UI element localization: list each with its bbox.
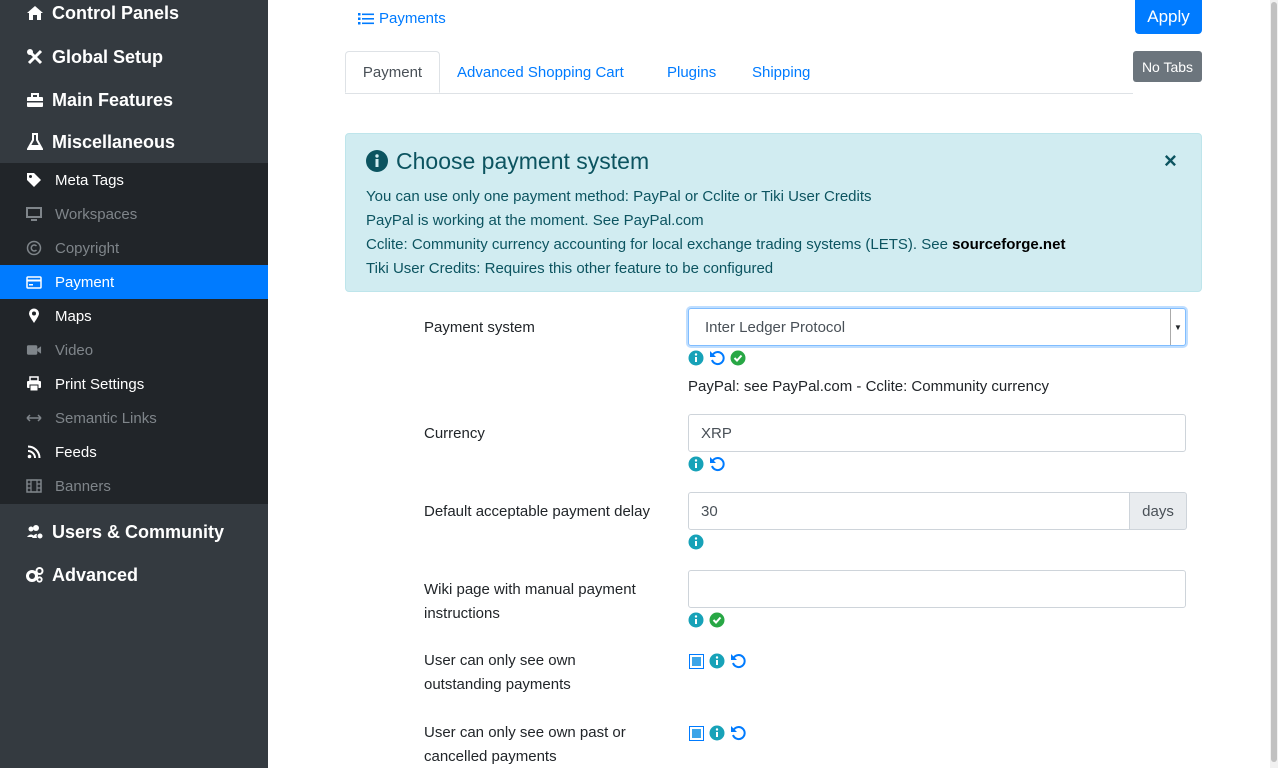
sidebar-item-workspaces[interactable]: Workspaces bbox=[0, 197, 268, 231]
check-circle-icon bbox=[730, 350, 746, 366]
info-icon[interactable] bbox=[688, 350, 704, 366]
tag-icon bbox=[26, 172, 42, 188]
wiki-page-actions bbox=[688, 612, 725, 628]
flask-icon bbox=[26, 133, 44, 151]
own-outstanding-controls bbox=[689, 653, 746, 669]
own-past-label: User can only see own past or cancelled … bbox=[424, 724, 626, 765]
info-circle-icon bbox=[366, 150, 388, 172]
desktop-icon bbox=[26, 206, 42, 222]
sidebar-item-feeds[interactable]: Feeds bbox=[0, 435, 268, 469]
sidebar-item-maps[interactable]: Maps bbox=[0, 299, 268, 333]
sidebar-item-banners[interactable]: Banners bbox=[0, 469, 268, 503]
home-icon bbox=[26, 4, 44, 22]
sidebar-item-global-setup[interactable]: Global Setup bbox=[0, 37, 268, 77]
cogs-icon bbox=[26, 566, 44, 584]
alert-title: Choose payment system bbox=[396, 148, 650, 174]
own-past-controls bbox=[689, 725, 746, 741]
reset-icon[interactable] bbox=[730, 653, 746, 669]
video-icon bbox=[26, 342, 42, 358]
payment-system-select[interactable]: Inter Ledger Protocol ▼ bbox=[688, 308, 1186, 346]
own-past-checkbox[interactable] bbox=[689, 725, 704, 741]
alert-line-3: Cclite: Community currency accounting fo… bbox=[366, 236, 1066, 253]
wiki-page-label: Wiki page with manual payment instructio… bbox=[424, 581, 636, 622]
info-icon[interactable] bbox=[709, 725, 725, 741]
own-outstanding-label: User can only see own outstanding paymen… bbox=[424, 652, 576, 693]
info-alert: Choose payment system × You can use only… bbox=[345, 133, 1202, 292]
payment-system-hint: PayPal: see PayPal.com - Cclite: Communi… bbox=[688, 378, 1049, 395]
payment-system-actions bbox=[688, 350, 746, 366]
payment-delay-input[interactable] bbox=[688, 492, 1130, 530]
users-cog-icon bbox=[26, 523, 44, 541]
sidebar-item-control-panels[interactable]: Control Panels bbox=[0, 0, 268, 33]
sidebar: Control Panels Global Setup Main Feature… bbox=[0, 0, 268, 768]
alert-line-1: You can use only one payment method: Pay… bbox=[366, 188, 872, 205]
close-icon[interactable]: × bbox=[1164, 150, 1177, 172]
days-addon: days bbox=[1129, 492, 1187, 530]
reset-icon[interactable] bbox=[709, 350, 725, 366]
own-outstanding-checkbox[interactable] bbox=[689, 653, 704, 669]
tab-advanced-shopping-cart[interactable]: Advanced Shopping Cart bbox=[457, 51, 624, 93]
currency-label: Currency bbox=[424, 425, 485, 442]
tab-plugins[interactable]: Plugins bbox=[667, 51, 716, 93]
info-icon[interactable] bbox=[709, 653, 725, 669]
tab-payment[interactable]: Payment bbox=[345, 51, 440, 93]
map-marker-icon bbox=[26, 308, 42, 324]
copyright-icon bbox=[26, 240, 42, 256]
sidebar-item-advanced[interactable]: Advanced bbox=[0, 555, 268, 595]
alert-line-4: Tiki User Credits: Requires this other f… bbox=[366, 260, 774, 277]
currency-input[interactable] bbox=[688, 414, 1186, 452]
print-icon bbox=[26, 376, 42, 392]
sidebar-item-video[interactable]: Video bbox=[0, 333, 268, 367]
credit-card-icon bbox=[26, 274, 42, 290]
tools-icon bbox=[26, 48, 44, 66]
reset-icon[interactable] bbox=[709, 456, 725, 472]
sidebar-item-payment[interactable]: Payment bbox=[0, 265, 268, 299]
tab-shipping[interactable]: Shipping bbox=[752, 51, 810, 93]
sidebar-item-print-settings[interactable]: Print Settings bbox=[0, 367, 268, 401]
apply-button[interactable]: Apply bbox=[1135, 0, 1202, 34]
vertical-scrollbar[interactable] bbox=[1270, 0, 1278, 768]
info-icon[interactable] bbox=[688, 456, 704, 472]
alert-line-2: PayPal is working at the moment. See Pay… bbox=[366, 212, 704, 229]
sidebar-item-users-community[interactable]: Users & Community bbox=[0, 512, 268, 552]
sidebar-item-semantic-links[interactable]: Semantic Links bbox=[0, 401, 268, 435]
payment-delay-actions bbox=[688, 534, 704, 550]
info-icon[interactable] bbox=[688, 534, 704, 550]
sourceforge-link[interactable]: sourceforge.net bbox=[952, 236, 1065, 253]
check-circle-icon bbox=[709, 612, 725, 628]
rss-icon bbox=[26, 444, 42, 460]
no-tabs-button[interactable]: No Tabs bbox=[1133, 51, 1202, 82]
tab-bar: Payment Advanced Shopping Cart Plugins S… bbox=[345, 51, 1133, 94]
sidebar-item-main-features[interactable]: Main Features bbox=[0, 80, 268, 120]
list-icon bbox=[358, 12, 379, 25]
scrollbar-thumb[interactable] bbox=[1271, 2, 1277, 762]
info-icon[interactable] bbox=[688, 612, 704, 628]
sidebar-item-meta-tags[interactable]: Meta Tags bbox=[0, 163, 268, 197]
caret-down-icon: ▼ bbox=[1170, 309, 1185, 345]
briefcase-icon bbox=[26, 91, 44, 109]
payments-link[interactable]: Payments bbox=[358, 8, 446, 28]
sidebar-item-miscellaneous[interactable]: Miscellaneous bbox=[0, 122, 268, 162]
arrows-h-icon bbox=[26, 410, 42, 426]
sidebar-item-copyright[interactable]: Copyright bbox=[0, 231, 268, 265]
payment-delay-label: Default acceptable payment delay bbox=[424, 503, 650, 520]
film-icon bbox=[26, 478, 42, 494]
wiki-page-input[interactable] bbox=[688, 570, 1186, 608]
reset-icon[interactable] bbox=[730, 725, 746, 741]
payment-system-label: Payment system bbox=[424, 319, 535, 336]
currency-actions bbox=[688, 456, 725, 472]
